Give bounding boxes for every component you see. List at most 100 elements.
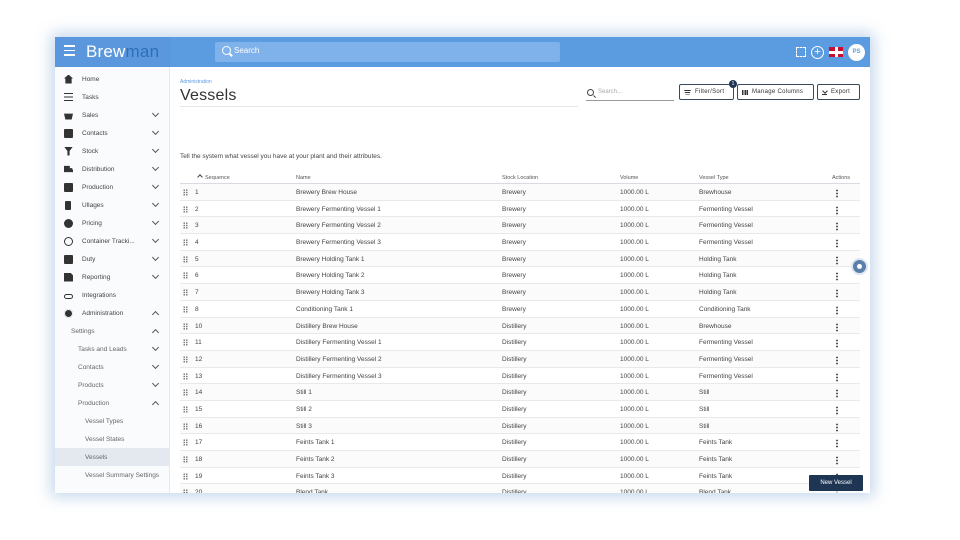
sidebar-item-administration[interactable]: Administration — [55, 304, 170, 322]
table-row[interactable]: 5 Brewery Holding Tank 1 Brewery 1000.00 L H… — [180, 250, 860, 268]
drag-handle-icon[interactable] — [183, 289, 188, 297]
table-row[interactable]: 7 Brewery Holding Tank 3 Brewery 1000.00 L H… — [180, 284, 860, 301]
table-row[interactable]: 3 Brewery Fermenting Vessel 2 Brewery 1000.… — [180, 217, 860, 235]
filter-sort-button[interactable]: Filter/Sort — [679, 84, 734, 100]
sidebar-item-settings-production[interactable]: Production — [55, 394, 170, 412]
more-actions-icon[interactable] — [836, 255, 838, 265]
sidebar-item-tasks-and-leads[interactable]: Tasks and Leads — [55, 340, 170, 358]
table-row[interactable]: 18 Feints Tank 2 Distillery 1000.00 L Feints… — [180, 451, 860, 468]
more-actions-icon[interactable] — [836, 339, 838, 349]
user-avatar[interactable]: PS — [848, 43, 865, 61]
manage-columns-button[interactable]: Manage Columns — [737, 84, 814, 100]
sidebar-item-stock[interactable]: Stock — [55, 142, 170, 160]
menu-icon[interactable] — [64, 45, 75, 57]
table-row[interactable]: 15 Still 2 Distillery 1000.00 L Still — [180, 401, 860, 418]
more-actions-icon[interactable] — [836, 239, 838, 249]
sidebar-item-vessel-summary-settings[interactable]: Vessel Summary Settings — [55, 466, 170, 484]
drag-handle-icon[interactable] — [183, 305, 188, 313]
more-actions-icon[interactable] — [836, 205, 838, 215]
sidebar-item-vessel-types[interactable]: Vessel Types — [55, 412, 170, 430]
table-row[interactable]: 12 Distillery Fermenting Vessel 2 Distille… — [180, 350, 860, 368]
header-name[interactable]: Name — [296, 175, 311, 181]
more-actions-icon[interactable] — [836, 305, 838, 315]
table-row[interactable]: 11 Distillery Fermenting Vessel 1 Distille… — [180, 334, 860, 351]
more-actions-icon[interactable] — [836, 456, 838, 465]
help-chat-icon[interactable] — [851, 258, 868, 275]
header-volume[interactable]: Volume — [620, 175, 638, 181]
drag-handle-icon[interactable] — [183, 222, 188, 230]
table-row[interactable]: 20 Blend Tank Distillery 1000.00 L Blend Tan… — [180, 484, 860, 493]
drag-handle-icon[interactable] — [183, 355, 188, 363]
drag-handle-icon[interactable] — [183, 405, 188, 413]
more-actions-icon[interactable] — [836, 289, 838, 299]
drag-handle-icon[interactable] — [183, 372, 188, 380]
more-actions-icon[interactable] — [836, 389, 838, 399]
header-sequence[interactable]: Sequence — [205, 175, 230, 181]
drag-handle-icon[interactable] — [183, 472, 188, 480]
fullscreen-icon[interactable] — [796, 47, 806, 57]
header-stock-location[interactable]: Stock Location — [502, 175, 538, 181]
table-row[interactable]: 1 Brewery Brew House Brewery 1000.00 L Brewh… — [180, 184, 860, 201]
sidebar-item-container-tracking[interactable]: Container Tracki... — [55, 232, 170, 250]
global-search-input[interactable]: Search — [215, 42, 560, 62]
drag-handle-icon[interactable] — [183, 322, 188, 330]
drag-handle-icon[interactable] — [183, 389, 188, 397]
uk-flag-icon[interactable] — [829, 47, 843, 57]
drag-handle-icon[interactable] — [183, 205, 188, 213]
drag-handle-icon[interactable] — [183, 339, 188, 347]
table-row[interactable]: 10 Distillery Brew House Distillery 1000.00… — [180, 317, 860, 335]
drag-handle-icon[interactable] — [183, 239, 188, 247]
sidebar-item-ullages[interactable]: Ullages — [55, 196, 170, 214]
sidebar-item-production[interactable]: Production — [55, 178, 170, 196]
sidebar-item-products[interactable]: Products — [55, 376, 170, 394]
header-vessel-type[interactable]: Vessel Type — [699, 175, 729, 181]
new-vessel-button[interactable]: New Vessel — [809, 475, 863, 491]
drag-handle-icon[interactable] — [183, 439, 188, 447]
more-actions-icon[interactable] — [836, 372, 838, 382]
more-actions-icon[interactable] — [836, 405, 838, 415]
drag-handle-icon[interactable] — [183, 456, 188, 463]
more-actions-icon[interactable] — [836, 422, 838, 432]
table-row[interactable]: 4 Brewery Fermenting Vessel 3 Brewery 1000.… — [180, 234, 860, 251]
table-row[interactable]: 16 Still 3 Distillery 1000.00 L Still — [180, 417, 860, 435]
sidebar-item-distribution[interactable]: Distribution — [55, 160, 170, 178]
cell-sequence: 11 — [195, 339, 202, 347]
more-actions-icon[interactable] — [836, 272, 838, 282]
add-circle-icon[interactable]: + — [811, 45, 824, 59]
table-row[interactable]: 13 Distillery Fermenting Vessel 3 Distille… — [180, 368, 860, 385]
drag-handle-icon[interactable] — [183, 272, 188, 280]
more-actions-icon[interactable] — [836, 322, 838, 332]
cell-name: Feints Tank 2 — [296, 456, 335, 463]
sidebar-item-duty[interactable]: Duty — [55, 250, 170, 268]
sidebar-item-vessel-states[interactable]: Vessel States — [55, 430, 170, 448]
table-row[interactable]: 19 Feints Tank 3 Distillery 1000.00 L Feints… — [180, 468, 860, 485]
sidebar-item-settings-contacts[interactable]: Contacts — [55, 358, 170, 376]
sidebar-item-pricing[interactable]: Pricing — [55, 214, 170, 232]
sidebar-item-sales[interactable]: Sales — [55, 106, 170, 124]
drag-handle-icon[interactable] — [183, 255, 188, 263]
table-row[interactable]: 6 Brewery Holding Tank 2 Brewery 1000.00 L H… — [180, 267, 860, 285]
more-actions-icon[interactable] — [836, 355, 838, 365]
table-row[interactable]: 8 Conditioning Tank 1 Brewery 1000.00 L Cond… — [180, 301, 860, 318]
more-actions-icon[interactable] — [836, 189, 838, 198]
more-actions-icon[interactable] — [836, 222, 838, 232]
sidebar-item-vessels[interactable]: Vessels — [55, 448, 170, 466]
drag-handle-icon[interactable] — [183, 489, 188, 493]
sidebar-item-tasks[interactable]: Tasks — [55, 88, 170, 106]
sort-ascending-icon[interactable] — [197, 174, 203, 180]
sidebar-item-reporting[interactable]: Reporting — [55, 268, 170, 286]
sidebar-item-home[interactable]: Home — [55, 70, 170, 88]
table-row[interactable]: 2 Brewery Fermenting Vessel 1 Brewery 1000.… — [180, 201, 860, 218]
drag-handle-icon[interactable] — [183, 422, 188, 430]
more-actions-icon[interactable] — [836, 439, 838, 449]
sidebar-item-contacts[interactable]: Contacts — [55, 124, 170, 142]
sidebar-item-settings[interactable]: Settings — [55, 322, 170, 340]
vessel-search-input[interactable]: Search... — [586, 87, 674, 101]
sidebar-item-integrations[interactable]: Integrations — [55, 286, 170, 304]
table-row[interactable]: 17 Feints Tank 1 Distillery 1000.00 L Feints… — [180, 434, 860, 451]
export-button[interactable]: Export — [817, 84, 860, 100]
brand-logo[interactable]: Brewman — [86, 42, 159, 62]
breadcrumb[interactable]: Administration — [180, 79, 212, 85]
table-row[interactable]: 14 Still 1 Distillery 1000.00 L Still — [180, 384, 860, 401]
drag-handle-icon[interactable] — [183, 189, 188, 196]
